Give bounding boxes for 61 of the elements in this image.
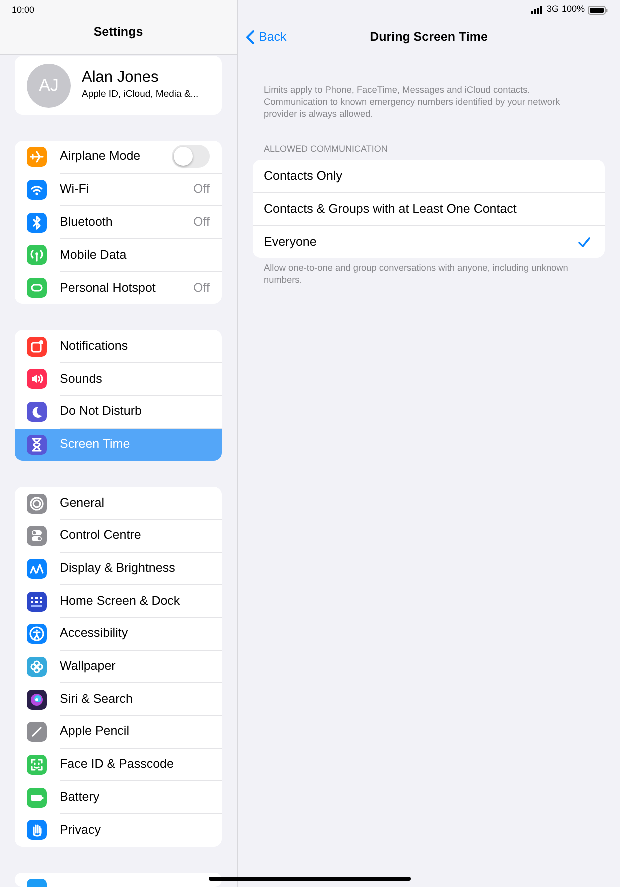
avatar: AJ bbox=[27, 64, 71, 108]
settings-row[interactable]: Airplane Mode bbox=[15, 141, 222, 174]
battery-icon bbox=[588, 6, 608, 14]
profile-subtitle: Apple ID, iCloud, Media &... bbox=[82, 88, 199, 102]
signal-icon bbox=[530, 6, 544, 14]
settings-row[interactable]: Notifications bbox=[15, 330, 222, 364]
row-label: Face ID & Passcode bbox=[60, 756, 175, 774]
settings-row[interactable]: General bbox=[15, 487, 222, 520]
row-label: Home Screen & Dock bbox=[60, 592, 182, 610]
battery-percent: 100% bbox=[562, 3, 585, 16]
settings-row[interactable]: Sounds bbox=[15, 363, 222, 396]
row-label: Airplane Mode bbox=[60, 148, 142, 166]
row-value: Off bbox=[194, 280, 210, 297]
row-label: Notifications bbox=[60, 338, 130, 355]
footer-text: Allow one-to-one and group conversations with anyone, including unknown numbers. bbox=[264, 263, 570, 288]
sidebar-title: Settings bbox=[94, 25, 144, 39]
toggle-switch[interactable] bbox=[172, 145, 210, 168]
checkmark-icon bbox=[578, 236, 591, 248]
row-label: Accessibility bbox=[60, 625, 130, 642]
description-text: Limits apply to Phone, FaceTime, Messages and iCloud contacts. Communication to known emergency numbers identified by your network provider is always allowed. bbox=[264, 85, 562, 121]
row-label: General bbox=[60, 494, 106, 512]
row-label: Siri & Search bbox=[60, 690, 134, 708]
row-value: Off bbox=[194, 181, 210, 198]
settings-row[interactable]: Battery bbox=[15, 781, 222, 814]
row-label: Mobile Data bbox=[60, 246, 128, 264]
settings-row[interactable]: Face ID & Passcode bbox=[15, 748, 222, 782]
settings-row[interactable]: Display & Brightness bbox=[15, 552, 222, 586]
section-header: ALLOWED COMMUNICATION bbox=[264, 142, 389, 156]
settings-row[interactable]: Siri & Search bbox=[15, 683, 222, 716]
row-label: Wallpaper bbox=[60, 658, 117, 676]
row-label: Privacy bbox=[60, 822, 102, 840]
option-row[interactable]: Contacts & Groups with at Least One Contact bbox=[253, 193, 605, 226]
row-label: Screen Time bbox=[60, 436, 132, 454]
profile-name: Alan Jones bbox=[82, 69, 160, 88]
settings-row[interactable]: Home Screen & Dock bbox=[15, 585, 222, 618]
row-value: Off bbox=[194, 214, 210, 231]
option-row[interactable]: Everyone bbox=[253, 226, 605, 258]
settings-row[interactable]: Wi-Fi Off bbox=[15, 174, 222, 206]
row-label: Sounds bbox=[60, 370, 104, 388]
settings-row[interactable]: Control Centre bbox=[15, 520, 222, 553]
row-label: Apple Pencil bbox=[60, 723, 130, 740]
back-chevron-icon bbox=[246, 30, 255, 45]
row-label: Bluetooth bbox=[60, 214, 114, 231]
status-time: 10:00 bbox=[11, 4, 36, 17]
network-label: 3G bbox=[546, 3, 559, 16]
option-row[interactable]: Contacts Only bbox=[253, 160, 605, 194]
row-label: Personal Hotspot bbox=[60, 280, 157, 297]
settings-row[interactable]: Wallpaper bbox=[15, 650, 222, 684]
settings-row[interactable]: Accessibility bbox=[15, 618, 222, 651]
settings-row[interactable]: Apple Pencil bbox=[15, 716, 222, 749]
row-label: Control Centre bbox=[60, 527, 142, 544]
row-label: Battery bbox=[60, 788, 101, 806]
row-label: Wi-Fi bbox=[60, 181, 90, 198]
settings-row[interactable]: Personal Hotspot Off bbox=[15, 272, 222, 304]
row-label: Do Not Disturb bbox=[60, 403, 143, 420]
profile-card[interactable]: AJ Alan Jones Apple ID, iCloud, Media &... bbox=[15, 56, 222, 115]
settings-row[interactable]: Mobile Data bbox=[15, 239, 222, 272]
settings-row[interactable]: Bluetooth Off bbox=[15, 206, 222, 240]
settings-row[interactable]: Privacy bbox=[15, 814, 222, 847]
page-title: During Screen Time bbox=[370, 30, 488, 44]
row-label: Display & Brightness bbox=[60, 560, 176, 578]
